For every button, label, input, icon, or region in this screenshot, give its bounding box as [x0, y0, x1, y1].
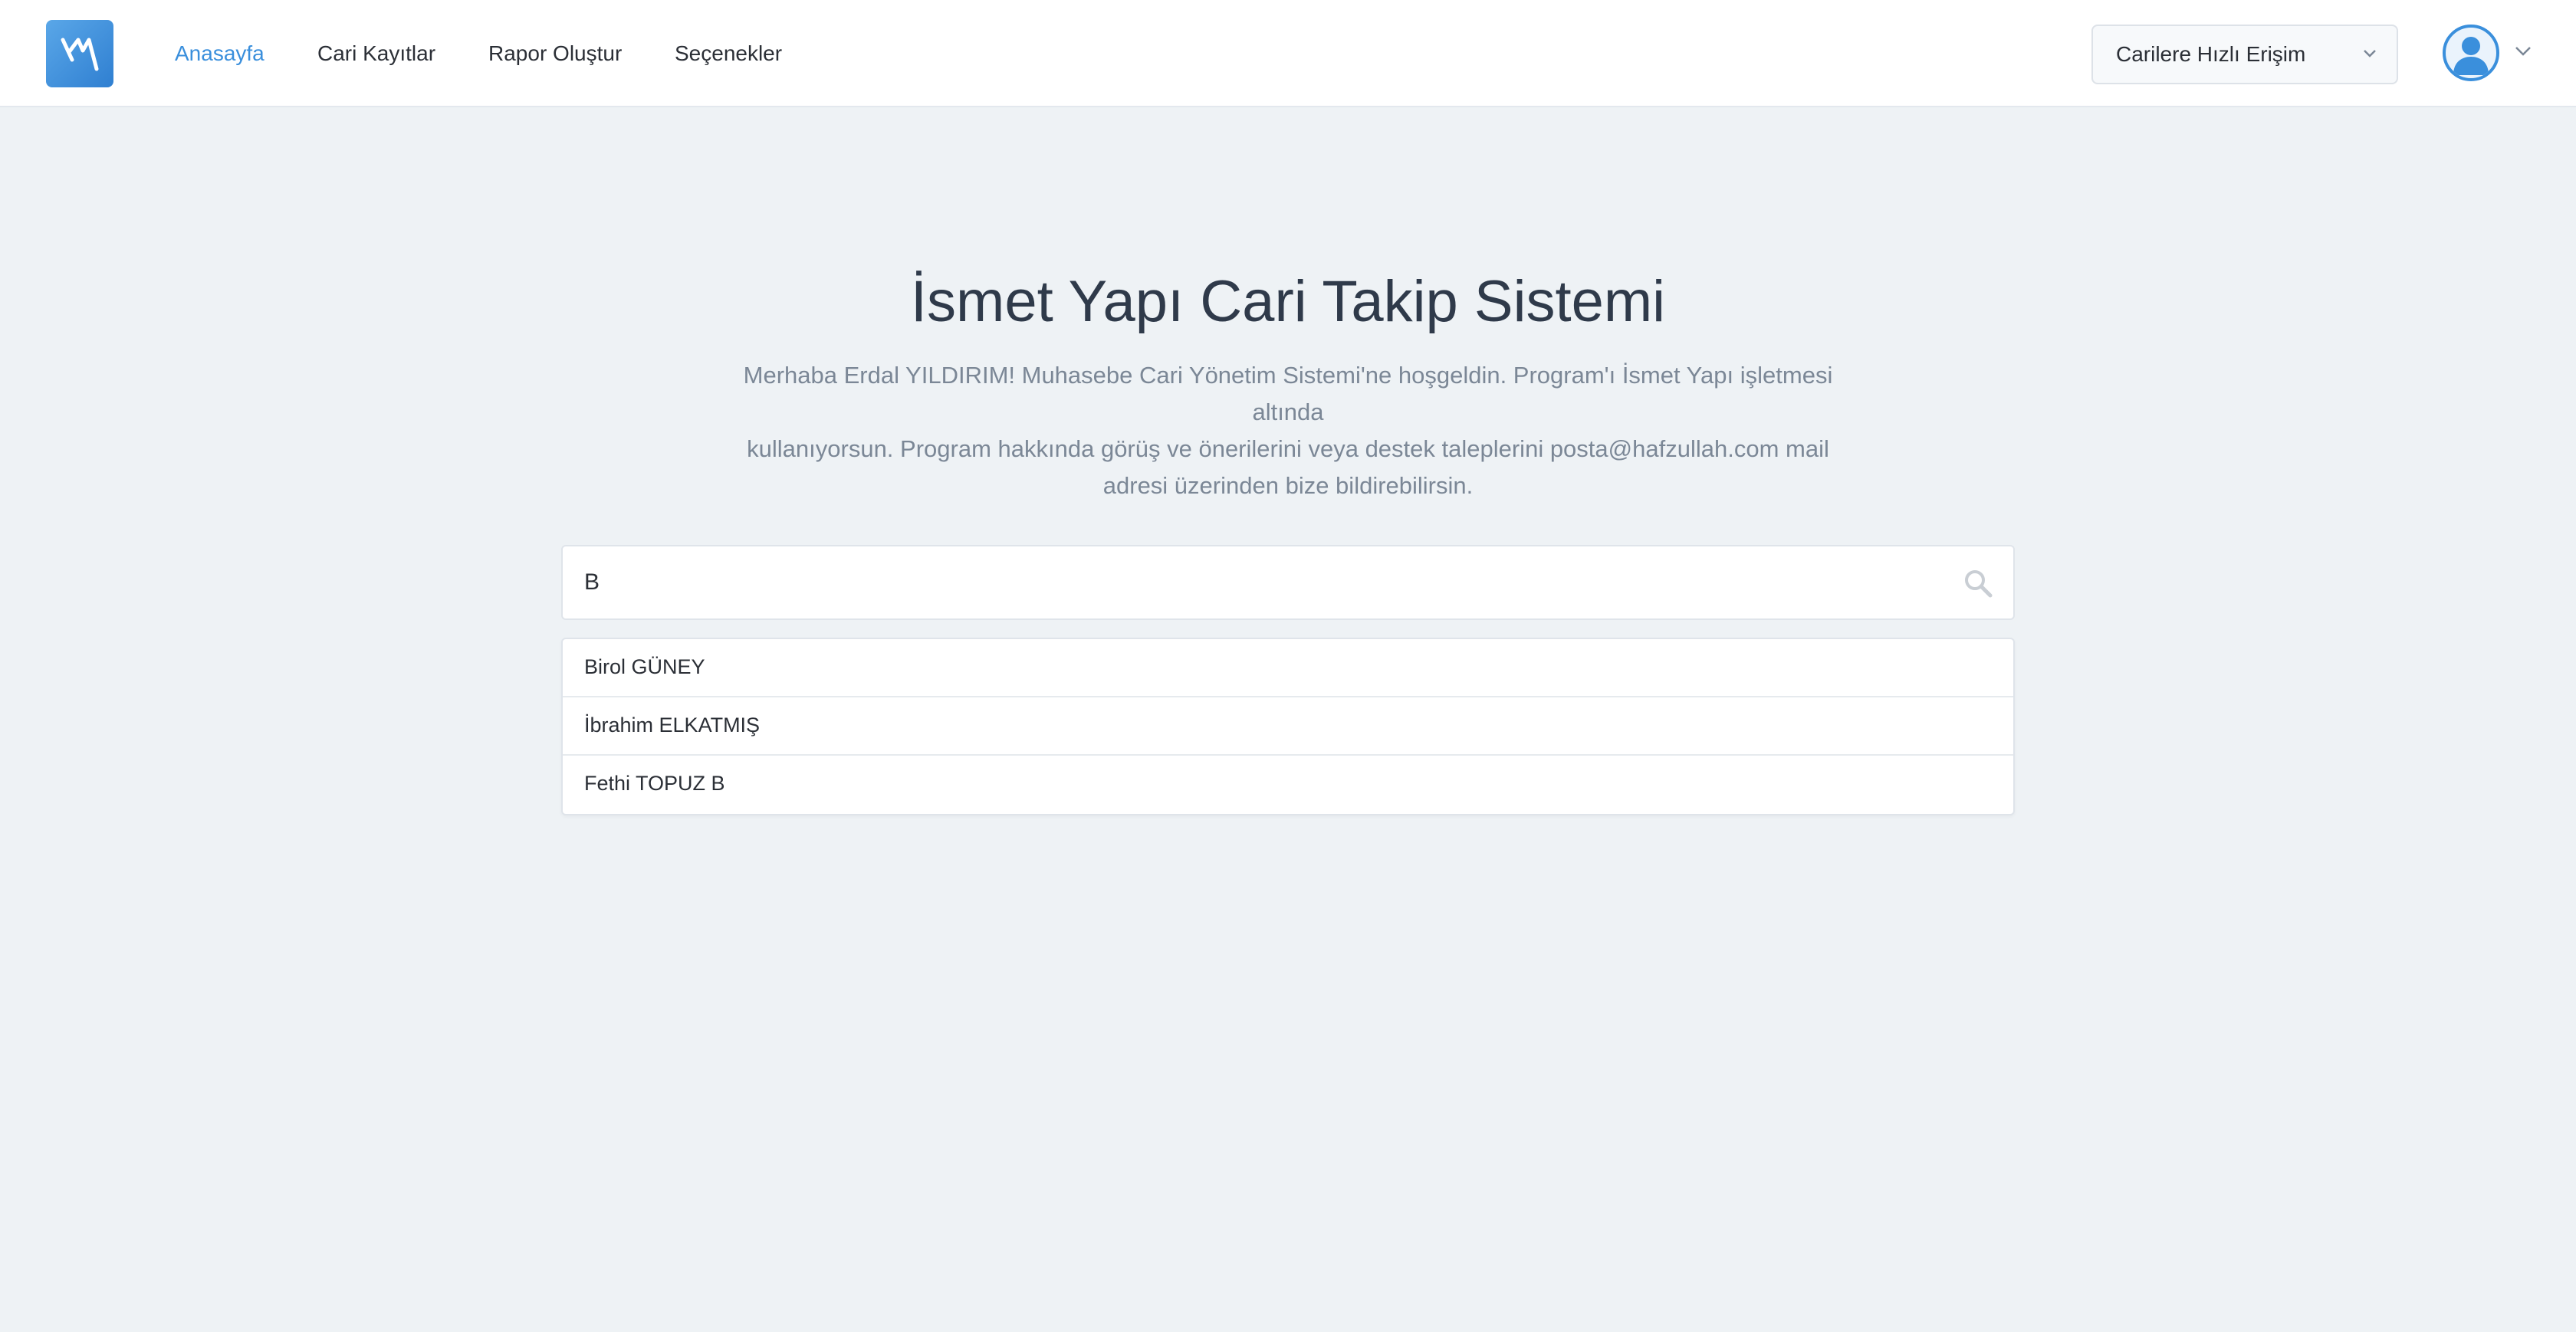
search-input[interactable]	[584, 546, 1949, 618]
user-avatar-icon	[2453, 37, 2489, 75]
welcome-line: kullanıyorsun. Program hakkında görüş ve…	[747, 435, 1829, 462]
welcome-message: Merhaba Erdal YILDIRIM! Muhasebe Cari Yö…	[713, 357, 1863, 504]
page-title: İsmet Yapı Cari Takip Sistemi	[910, 269, 1666, 334]
top-navbar: Anasayfa Cari Kayıtlar Rapor Oluştur Seç…	[0, 0, 2576, 107]
search-result-item[interactable]: Fethi TOPUZ B	[563, 756, 2013, 814]
user-avatar[interactable]	[2443, 25, 2499, 81]
user-menu-chevron-icon[interactable]	[2515, 46, 2532, 57]
app-logo[interactable]	[46, 20, 113, 87]
search-results-list: Birol GÜNEY İbrahim ELKATMIŞ Fethi TOPUZ…	[561, 638, 2015, 815]
logo-icon	[61, 38, 99, 71]
nav-link-cari-kayitlar[interactable]: Cari Kayıtlar	[317, 40, 435, 67]
search-icon[interactable]	[1963, 568, 1993, 599]
welcome-line: adresi üzerinden bize bildirebilirsin.	[1102, 472, 1474, 499]
nav-link-anasayfa[interactable]: Anasayfa	[175, 40, 264, 67]
nav-link-secenekler[interactable]: Seçenekler	[675, 40, 782, 67]
search-box	[561, 545, 2015, 620]
quick-access-select-value: Carilere Hızlı Erişim	[2116, 42, 2306, 66]
quick-access-select[interactable]: Carilere Hızlı Erişim	[2091, 25, 2398, 84]
search-result-item[interactable]: Birol GÜNEY	[563, 639, 2013, 697]
chevron-down-icon	[2364, 50, 2376, 57]
welcome-line: Merhaba Erdal YILDIRIM! Muhasebe Cari Yö…	[743, 362, 1833, 425]
nav-link-rapor-olustur[interactable]: Rapor Oluştur	[488, 40, 622, 67]
search-result-item[interactable]: İbrahim ELKATMIŞ	[563, 697, 2013, 756]
